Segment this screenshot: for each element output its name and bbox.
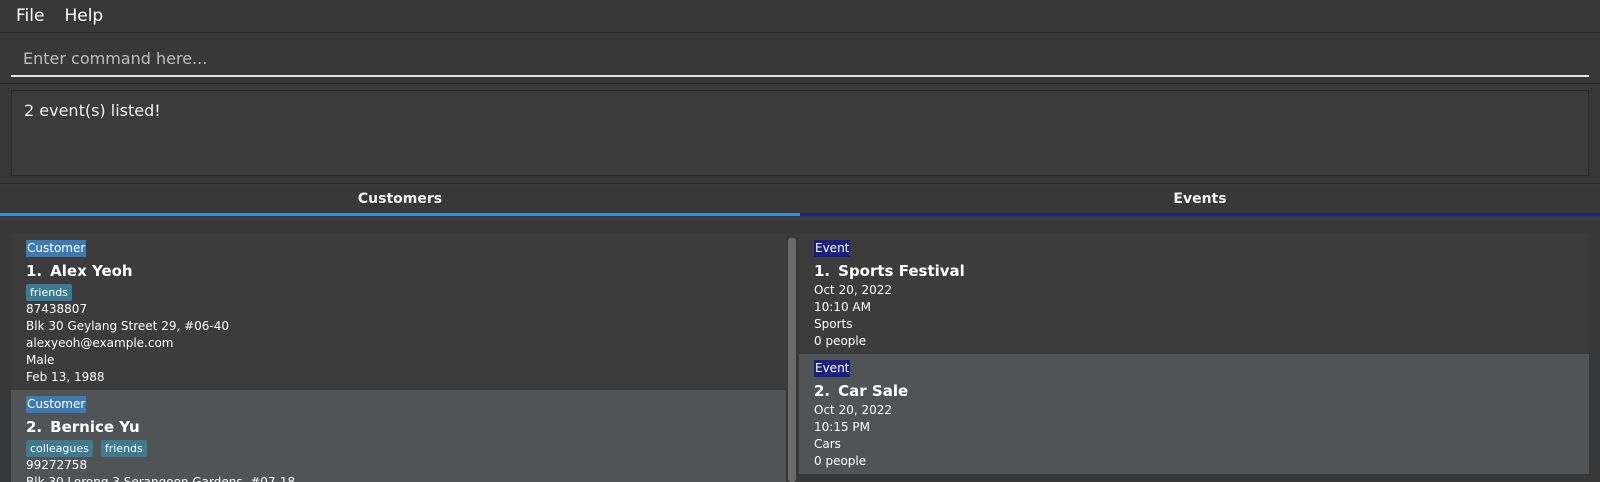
- event-card[interactable]: Event 1. Sports Festival Oct 20, 2022 10:…: [799, 234, 1589, 354]
- customer-list-scrollbar[interactable]: [788, 238, 796, 482]
- customer-name: 2. Bernice Yu: [26, 416, 771, 438]
- command-area: [0, 32, 1600, 84]
- customer-address: Blk 30 Lorong 3 Serangoon Gardens, #07-1…: [26, 475, 296, 482]
- menu-help[interactable]: Help: [54, 0, 113, 32]
- command-input[interactable]: [11, 41, 1589, 77]
- tag-label: friends: [100, 440, 147, 457]
- customer-card[interactable]: Customer 1. Alex Yeoh friends 87438807 Bl…: [11, 234, 786, 390]
- event-tag: Cars: [814, 437, 841, 451]
- event-date: Oct 20, 2022: [814, 403, 892, 417]
- customer-tags: colleagues friends: [26, 440, 771, 457]
- result-display: 2 event(s) listed!: [11, 90, 1589, 176]
- customer-index: 2.: [26, 418, 43, 436]
- customer-name-text: Alex Yeoh: [50, 262, 133, 280]
- tab-events-indicator: [800, 213, 1600, 216]
- event-tag: Sports: [814, 317, 853, 331]
- customer-tags: friends: [26, 284, 771, 301]
- event-list[interactable]: Event 1. Sports Festival Oct 20, 2022 10:…: [799, 234, 1589, 482]
- customer-birthday: Feb 13, 1988: [26, 370, 105, 384]
- tab-bar: Customers Events: [0, 186, 1600, 218]
- event-name: 1. Sports Festival: [814, 260, 1574, 282]
- event-card[interactable]: Event 2. Car Sale Oct 20, 2022 10:15 PM C…: [799, 354, 1589, 474]
- event-time: 10:15 PM: [814, 420, 870, 434]
- event-time: 10:10 AM: [814, 300, 871, 314]
- customer-address: Blk 30 Geylang Street 29, #06-40: [26, 319, 230, 333]
- customer-index: 1.: [26, 262, 43, 280]
- event-name-text: Sports Festival: [838, 262, 965, 280]
- customer-phone: 99272758: [26, 458, 88, 472]
- customer-type-badge: Customer: [26, 240, 87, 257]
- tag-label: friends: [26, 284, 72, 301]
- event-people: 0 people: [814, 454, 867, 468]
- customer-name-text: Bernice Yu: [50, 418, 140, 436]
- result-area: 2 event(s) listed!: [0, 84, 1600, 184]
- customer-list[interactable]: Customer 1. Alex Yeoh friends 87438807 Bl…: [11, 234, 786, 482]
- customer-type-badge: Customer: [26, 396, 87, 413]
- event-type-badge: Event: [814, 240, 851, 257]
- menu-file[interactable]: File: [6, 0, 54, 32]
- customer-gender: Male: [26, 353, 55, 367]
- customer-name: 1. Alex Yeoh: [26, 260, 771, 282]
- customer-email: alexyeoh@example.com: [26, 336, 174, 350]
- tab-customers[interactable]: Customers: [0, 186, 800, 218]
- tab-customers-indicator: [0, 213, 800, 216]
- event-people: 0 people: [814, 334, 867, 348]
- lists-area: Customer 1. Alex Yeoh friends 87438807 Bl…: [0, 220, 1600, 482]
- event-index: 2.: [814, 382, 831, 400]
- customer-phone: 87438807: [26, 302, 88, 316]
- tab-events-label: Events: [1173, 191, 1227, 207]
- event-index: 1.: [814, 262, 831, 280]
- event-name-text: Car Sale: [838, 382, 909, 400]
- event-type-badge: Event: [814, 360, 851, 377]
- event-date: Oct 20, 2022: [814, 283, 892, 297]
- menu-bar: File Help: [0, 0, 1600, 32]
- tab-customers-label: Customers: [357, 191, 443, 207]
- event-name: 2. Car Sale: [814, 380, 1574, 402]
- tag-label: colleagues: [26, 440, 93, 457]
- customer-card[interactable]: Customer 2. Bernice Yu colleagues friends…: [11, 390, 786, 482]
- tab-events[interactable]: Events: [800, 186, 1600, 218]
